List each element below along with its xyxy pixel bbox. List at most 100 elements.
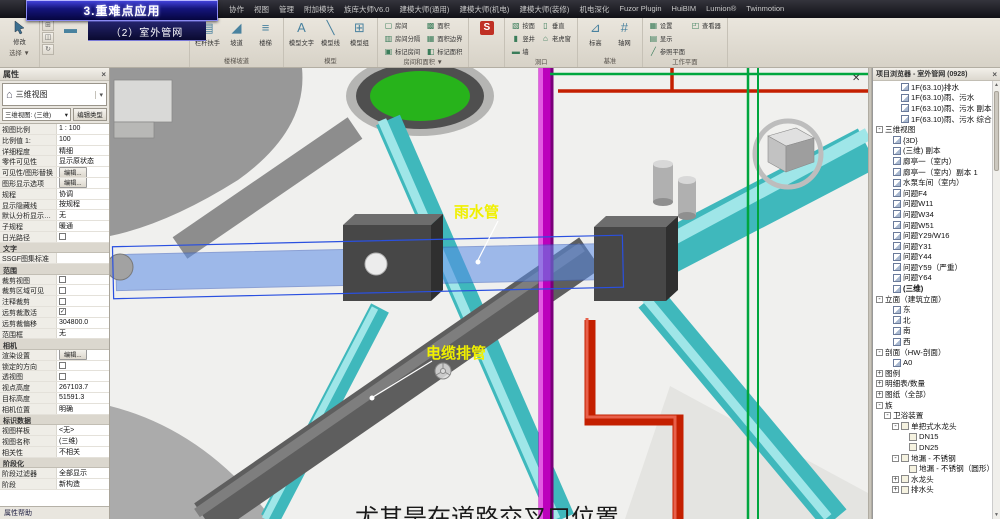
- ribbon-button[interactable]: ↻: [42, 44, 54, 55]
- property-value[interactable]: [57, 296, 109, 306]
- ribbon-button[interactable]: ⌂老虎窗: [538, 32, 574, 45]
- scroll-down-icon[interactable]: ▼: [994, 512, 999, 518]
- tree-item[interactable]: 西: [873, 336, 1000, 347]
- property-section[interactable]: 范围: [0, 264, 109, 275]
- ribbon-button[interactable]: ▥房间分隔: [381, 32, 423, 45]
- property-value[interactable]: [57, 253, 109, 263]
- checkbox[interactable]: [59, 298, 66, 305]
- tree-item[interactable]: 问题W11: [873, 199, 1000, 210]
- ribbon-button[interactable]: ╲模型线: [316, 19, 345, 50]
- property-value[interactable]: 100: [57, 135, 109, 145]
- expand-icon[interactable]: -: [876, 126, 883, 133]
- ribbon-button[interactable]: ▯垂直: [538, 19, 568, 32]
- expand-icon[interactable]: -: [892, 423, 899, 430]
- 3d-view-canvas[interactable]: 雨水管 电缆排管 尤其是在道路交叉口位置 ✕: [110, 68, 868, 519]
- tree-item[interactable]: 1F(63.10)排水: [873, 82, 1000, 93]
- property-value[interactable]: [57, 232, 109, 242]
- property-value[interactable]: (三维): [57, 436, 109, 446]
- tree-item[interactable]: (三维): [873, 283, 1000, 294]
- tree-item[interactable]: 廊亭一（室内）副本 1: [873, 167, 1000, 178]
- ribbon-tab[interactable]: Fuzor Plugin: [614, 4, 666, 15]
- expand-icon[interactable]: -: [876, 349, 883, 356]
- property-value[interactable]: 不相关: [57, 447, 109, 457]
- property-value[interactable]: [57, 371, 109, 381]
- ribbon-button[interactable]: ⊞模型组: [345, 19, 374, 50]
- tree-item[interactable]: 问题Y29/W16: [873, 230, 1000, 241]
- tree-item[interactable]: 问题F4: [873, 188, 1000, 199]
- tree-item[interactable]: 问题Y31: [873, 241, 1000, 252]
- expand-icon[interactable]: -: [884, 412, 891, 419]
- property-value[interactable]: 按规程: [57, 200, 109, 210]
- expand-icon[interactable]: +: [892, 486, 899, 493]
- instance-selector[interactable]: 三维视图: (三维) ▾: [2, 108, 71, 121]
- property-value[interactable]: <无>: [57, 425, 109, 435]
- pipe-fitting-sphere[interactable]: [365, 253, 387, 275]
- tree-item[interactable]: A0: [873, 357, 1000, 368]
- tree-item[interactable]: 问题Y64: [873, 273, 1000, 284]
- ribbon-button[interactable]: ▩面积: [423, 19, 453, 32]
- tree-item[interactable]: 1F(63.10)雨、污水 副本 1: [873, 103, 1000, 114]
- property-value[interactable]: 无: [57, 329, 109, 339]
- concrete-collar[interactable]: [594, 227, 666, 301]
- expand-icon[interactable]: -: [876, 402, 883, 409]
- edit-button[interactable]: 编辑...: [59, 178, 87, 188]
- expand-icon[interactable]: +: [876, 380, 883, 387]
- ribbon-button[interactable]: ▦面积边界: [423, 32, 465, 45]
- property-value[interactable]: 精细: [57, 146, 109, 156]
- building-footprint[interactable]: [114, 122, 154, 138]
- view-close-icon[interactable]: ✕: [852, 73, 860, 84]
- tree-item[interactable]: -剖面（HW-剖面）: [873, 347, 1000, 358]
- tree-item[interactable]: (三维) 副本: [873, 146, 1000, 157]
- tree-item[interactable]: 问题W34: [873, 209, 1000, 220]
- property-value[interactable]: 51591.3: [57, 393, 109, 403]
- ribbon-button[interactable]: ◧标记面积: [423, 45, 465, 58]
- ribbon-button[interactable]: S: [472, 19, 501, 49]
- property-value[interactable]: 1 : 100: [57, 124, 109, 134]
- ribbon-tab[interactable]: 管理: [274, 4, 299, 15]
- tree-item[interactable]: 问题Y59（严重）: [873, 262, 1000, 273]
- tree-item[interactable]: +图纸（全部）: [873, 389, 1000, 400]
- property-section[interactable]: 文字: [0, 243, 109, 254]
- edit-button[interactable]: 编辑...: [59, 350, 87, 360]
- property-section[interactable]: 标识数据: [0, 415, 109, 426]
- tree-item[interactable]: +图例: [873, 368, 1000, 379]
- ribbon-tab[interactable]: 族库大师V6.0: [339, 4, 394, 15]
- tree-item[interactable]: 东: [873, 304, 1000, 315]
- tree-item[interactable]: 水泵车间（室内）: [873, 177, 1000, 188]
- ribbon-tab[interactable]: Twinmotion: [741, 4, 789, 15]
- ribbon-button[interactable]: ▧按面: [508, 19, 538, 32]
- tree-item[interactable]: -卫浴装置: [873, 410, 1000, 421]
- expand-icon[interactable]: -: [892, 455, 899, 462]
- checkbox[interactable]: [59, 276, 66, 283]
- properties-help-link[interactable]: 属性帮助: [4, 508, 32, 518]
- property-value[interactable]: [57, 275, 109, 285]
- property-section[interactable]: 相机: [0, 339, 109, 350]
- property-section[interactable]: 阶段化: [0, 458, 109, 469]
- close-icon[interactable]: ×: [101, 70, 106, 79]
- ribbon-tab[interactable]: 协作: [224, 4, 249, 15]
- tree-item[interactable]: -立面（建筑立面）: [873, 294, 1000, 305]
- property-value[interactable]: 编辑...: [57, 350, 109, 360]
- tree-item[interactable]: DN25: [873, 442, 1000, 453]
- ribbon-button[interactable]: ≡楼梯: [251, 19, 280, 50]
- ribbon-button[interactable]: ⊿标高: [581, 19, 610, 50]
- ribbon-tab[interactable]: 视图: [249, 4, 274, 15]
- edit-button[interactable]: 编辑...: [59, 167, 87, 177]
- ribbon-button[interactable]: ▤显示: [646, 32, 676, 45]
- tree-item[interactable]: -地漏 - 不锈钢: [873, 453, 1000, 464]
- tree-item[interactable]: 南: [873, 326, 1000, 337]
- manhole-riser[interactable]: [678, 176, 696, 220]
- property-value[interactable]: 协调: [57, 189, 109, 199]
- property-value[interactable]: 显示原状态: [57, 156, 109, 166]
- tree-item[interactable]: 问题Y44: [873, 252, 1000, 263]
- ribbon-button[interactable]: ▬墙: [508, 45, 531, 58]
- expand-icon[interactable]: +: [876, 370, 883, 377]
- checkbox[interactable]: [59, 373, 66, 380]
- ribbon-tab[interactable]: 机电深化: [574, 4, 614, 15]
- ribbon-button[interactable]: ▣标记房间: [381, 45, 423, 58]
- tree-item[interactable]: 1F(63.10)雨、污水 综合管线出图: [873, 114, 1000, 125]
- tree-item[interactable]: 地漏 - 不锈钢（圆形）: [873, 463, 1000, 474]
- property-value[interactable]: 267103.7: [57, 382, 109, 392]
- property-value[interactable]: 明确: [57, 404, 109, 414]
- ribbon-button[interactable]: ▢房间: [381, 19, 411, 32]
